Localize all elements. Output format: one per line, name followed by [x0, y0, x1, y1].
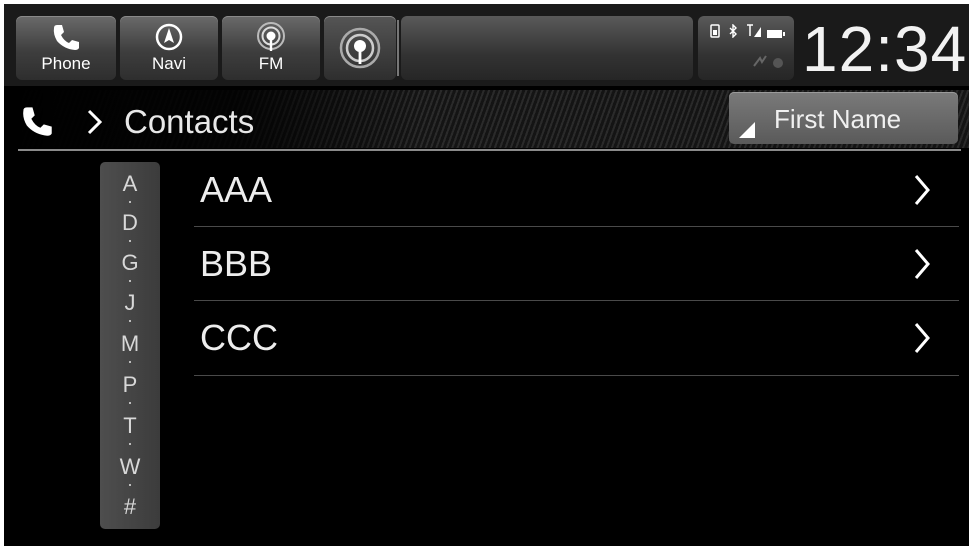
fm-shortcut-label: FM — [258, 54, 284, 73]
row-divider — [194, 375, 959, 376]
contact-name: CCC — [200, 317, 278, 358]
bluetooth-icon — [728, 23, 738, 43]
page-title: Contacts — [124, 103, 255, 140]
row-divider — [194, 226, 959, 227]
chevron-right-icon — [912, 172, 932, 213]
alphabet-index-item[interactable]: D — [100, 211, 160, 235]
contact-name: AAA — [200, 169, 273, 210]
head-unit-screen: Phone Navi FM 12:34 Contacts First Name … — [4, 4, 969, 546]
fm-shortcut-button[interactable]: FM — [222, 16, 320, 80]
alphabet-index[interactable]: A D G J M P T W # — [100, 162, 160, 529]
data-icon — [752, 54, 786, 73]
navi-shortcut-button[interactable]: Navi — [120, 16, 218, 80]
alphabet-index-item[interactable]: # — [100, 495, 160, 519]
alphabet-index-item[interactable]: W — [100, 455, 160, 479]
sort-order-label: First Name — [774, 104, 902, 134]
navi-shortcut-label: Navi — [151, 54, 186, 73]
phone-shortcut-button[interactable]: Phone — [16, 16, 116, 80]
phone-shortcut-label: Phone — [41, 54, 91, 73]
chevron-right-icon — [912, 320, 932, 361]
alphabet-index-item[interactable]: J — [100, 291, 160, 315]
signal-icon — [746, 24, 762, 43]
row-divider — [194, 300, 959, 301]
alphabet-index-item[interactable]: M — [100, 332, 160, 356]
radio-fm-active-icon — [338, 26, 382, 75]
alphabet-index-item[interactable]: P — [100, 373, 160, 397]
phone-icon — [51, 22, 81, 57]
alphabet-index-item[interactable]: G — [100, 251, 160, 275]
chevron-right-icon — [86, 108, 104, 141]
corner-indicator-icon — [739, 122, 755, 138]
battery-icon — [766, 26, 786, 44]
clock: 12:34 — [802, 13, 968, 85]
phone-battery-icon — [710, 24, 720, 43]
audio-source-area[interactable] — [401, 16, 693, 80]
alphabet-index-item[interactable]: A — [100, 172, 160, 196]
top-bar-divider — [397, 20, 399, 76]
header-divider — [18, 149, 961, 151]
contact-name: BBB — [200, 243, 273, 284]
top-bar: Phone Navi FM 12:34 — [4, 4, 969, 86]
chevron-right-icon — [912, 246, 932, 287]
alphabet-index-item[interactable]: T — [100, 414, 160, 438]
contact-row[interactable]: AAA — [194, 154, 959, 228]
contact-row[interactable]: BBB — [194, 228, 959, 302]
sort-order-button[interactable]: First Name — [729, 92, 958, 144]
phone-icon — [20, 104, 54, 143]
compass-icon — [154, 22, 184, 57]
status-indicators — [698, 16, 794, 80]
active-source-button[interactable] — [324, 16, 396, 80]
contact-row[interactable]: CCC — [194, 302, 959, 376]
